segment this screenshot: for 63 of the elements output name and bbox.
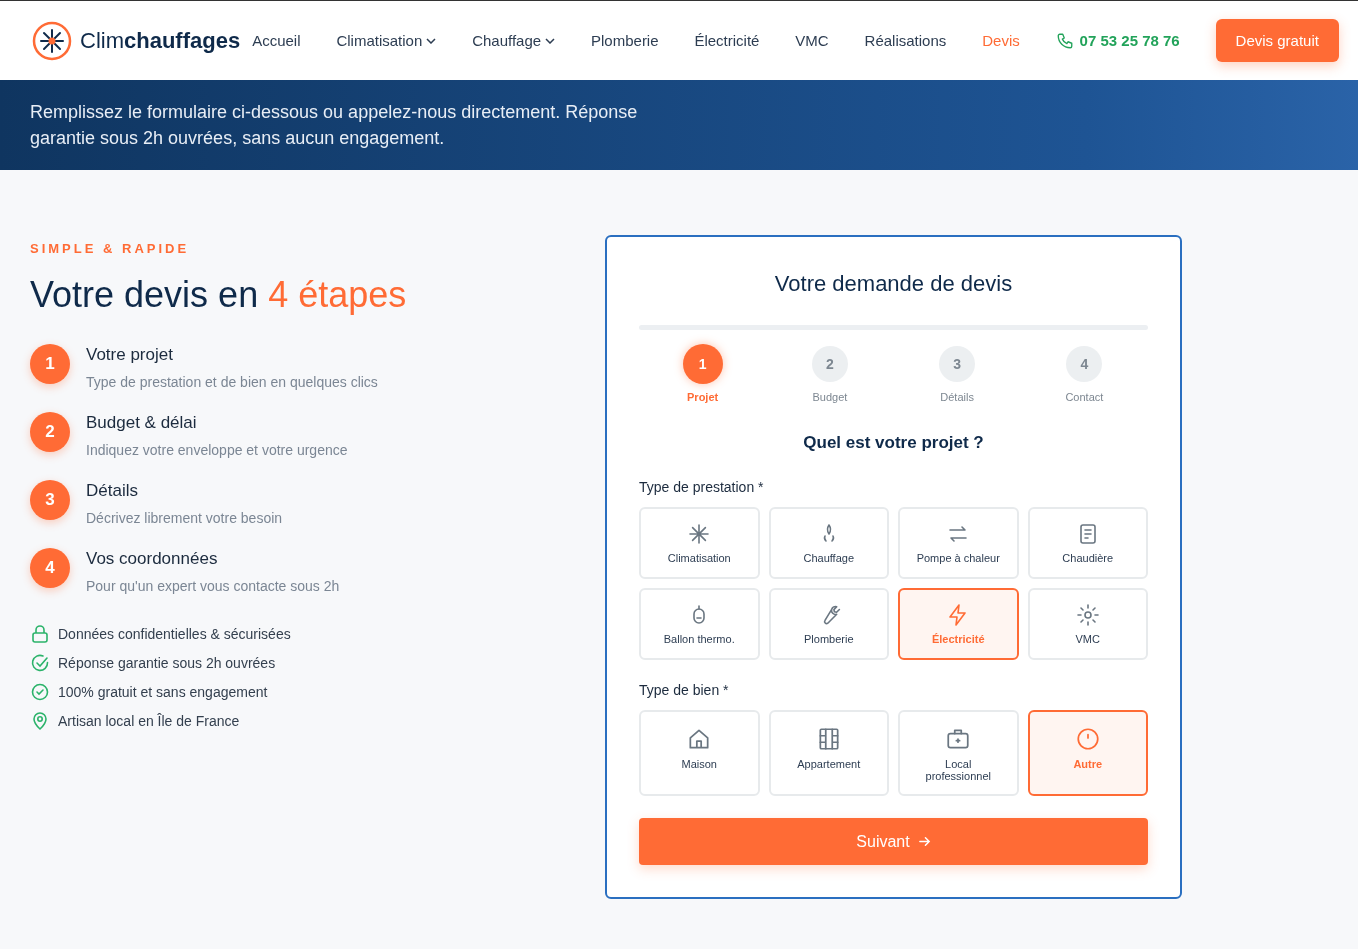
step-label: Détails [940, 391, 974, 403]
step-number: 4 [30, 548, 70, 588]
lock-icon [30, 624, 50, 644]
step-indicator: 1 [682, 344, 723, 384]
service-option[interactable]: Pompe à chaleur [898, 507, 1019, 579]
nav-link[interactable]: Électricité [694, 32, 760, 49]
arrow-right-icon [917, 835, 931, 848]
service-option[interactable]: Climatisation [639, 507, 760, 579]
service-option[interactable]: Ballon thermo. [639, 588, 760, 660]
chevron-down-icon [426, 37, 437, 44]
step-number: 3 [30, 480, 70, 520]
assurance-text: 100% gratuit et sans engagement [58, 684, 268, 700]
hero-text: Remplissez le formulaire ci-dessous ou appelez-nous directement. Réponse [30, 101, 639, 124]
step-indicator: 3 [939, 346, 976, 382]
step-number: 1 [30, 344, 70, 384]
nav-link[interactable]: Climatisation [336, 32, 437, 49]
step-title: Budget & délai [86, 413, 198, 433]
step-title: Détails [86, 481, 139, 501]
step-label: Budget [812, 391, 848, 403]
step-description: Type de prestation et de bien en quelques clics [86, 374, 378, 390]
alert-circle-icon [1074, 726, 1101, 752]
check-circle-icon [30, 682, 50, 702]
step-label: Projet [687, 391, 719, 403]
step-label: Contact [1065, 391, 1104, 403]
hero-text: garantie sous 2h ouvrées, sans aucun engagement. [30, 127, 446, 150]
nav-link[interactable]: VMC [795, 32, 829, 49]
form-title: Votre demande de devis [773, 271, 1014, 297]
step-indicator: 2 [811, 346, 848, 382]
service-option[interactable]: Chauffage [768, 507, 889, 579]
property-option[interactable]: Appartement [768, 710, 889, 796]
phone-icon [1055, 31, 1074, 50]
assurance-text: Artisan local en Île de France [58, 713, 240, 729]
form-question: Quel est votre projet ? [802, 433, 985, 453]
section-title: Votre devis en 4 étapes [30, 274, 408, 316]
map-pin-icon [30, 711, 50, 731]
field-label: Type de bien * [639, 682, 730, 698]
step-description: Indiquez votre enveloppe et votre urgence [86, 442, 348, 458]
step-title: Votre projet [86, 345, 174, 365]
step-indicator: 4 [1066, 346, 1103, 382]
property-option[interactable]: Local professionnel [898, 710, 1019, 796]
briefcase-icon [945, 726, 972, 752]
sun-icon [1075, 603, 1100, 627]
service-option[interactable]: Chaudière [1027, 507, 1148, 579]
check-circle-icon [30, 653, 50, 673]
assurance-text: Données confidentielles & sécurisées [58, 626, 291, 642]
logo-text[interactable]: Climchauffages [80, 27, 241, 54]
service-option[interactable]: Plomberie [768, 588, 889, 660]
step-title: Vos coordonnées [86, 549, 219, 569]
chevron-down-icon [545, 37, 556, 44]
assurance-text: Réponse garantie sous 2h ouvrées [58, 655, 276, 671]
step-description: Décrivez librement votre besoin [86, 510, 283, 526]
nav-link[interactable]: Accueil [252, 32, 301, 49]
logo-icon[interactable] [32, 20, 72, 61]
nav-link[interactable]: Plomberie [591, 32, 659, 49]
nav-link[interactable]: Réalisations [864, 32, 947, 49]
section-eyebrow: SIMPLE & RAPIDE [30, 241, 191, 256]
service-option[interactable]: VMC [1027, 588, 1148, 660]
step-number: 2 [30, 412, 70, 452]
step-description: Pour qu'un expert vous contacte sous 2h [86, 578, 340, 594]
property-option[interactable]: Maison [639, 710, 760, 796]
snowflake-icon [687, 522, 712, 546]
nav-link[interactable]: Chauffage [472, 32, 556, 49]
field-label: Type de prestation * [639, 479, 765, 495]
